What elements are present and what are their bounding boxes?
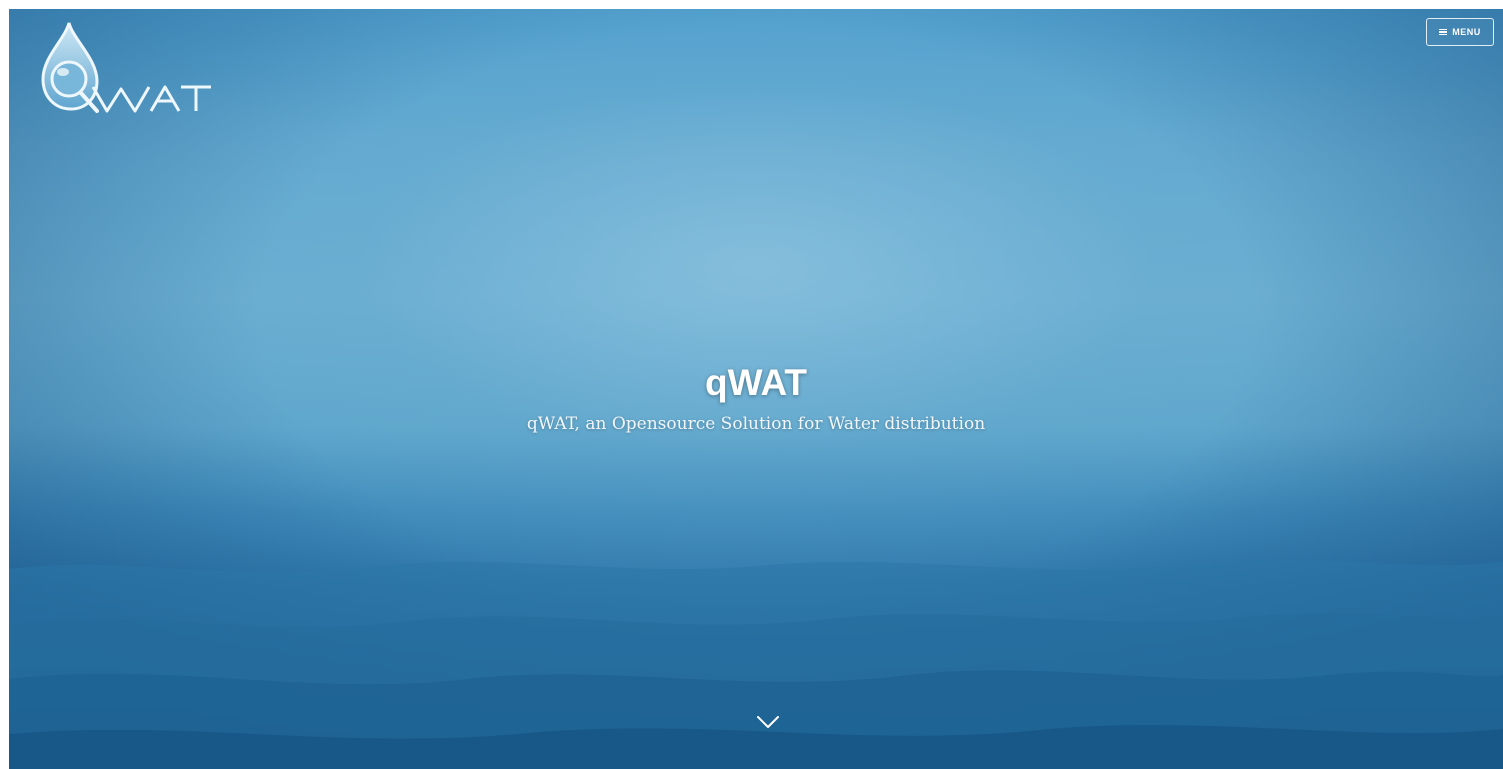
menu-label: MENU [1452, 27, 1481, 37]
qwat-logo[interactable] [35, 17, 213, 117]
hero-section: MENU qWAT qWAT, an Opensource Solution f… [9, 9, 1503, 769]
page-subtitle: qWAT, an Opensource Solution for Water d… [526, 414, 986, 434]
menu-button[interactable]: MENU [1426, 18, 1494, 46]
ocean-waves-image [9, 559, 1503, 769]
page-title: qWAT [704, 362, 808, 403]
hamburger-icon [1439, 29, 1448, 35]
chevron-down-icon[interactable] [756, 714, 780, 730]
